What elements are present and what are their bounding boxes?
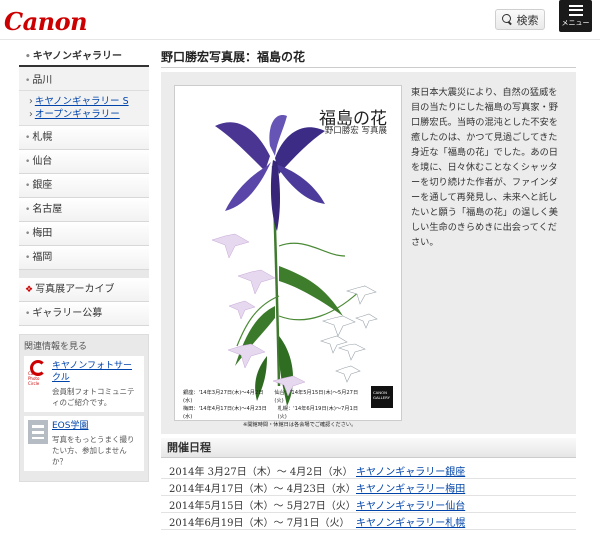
schedule-row: 2014年6月19日（木）～ 7月1日（火） キヤノンギャラリー札幌 [161, 513, 576, 530]
poster-date: 札幌：'14年6月19日(木)〜7月1日(火) [277, 406, 359, 420]
exhibition-feature: 福島の花 野口勝宏 写真展 銀座：'14年3月27日(木)〜4月2日(水) 仙台：… [161, 72, 576, 434]
sidebar-item-sendai[interactable]: • 仙台 [19, 150, 149, 174]
building-icon [28, 420, 48, 444]
photo-circle-desc: 会員制フォトコミュニティのご紹介です。 [52, 387, 135, 407]
sidebar-item-label: 写真展アーカイブ [35, 284, 115, 295]
sidebar-item-label: 梅田 [32, 228, 53, 239]
sidebar-item-label: 札幌 [32, 132, 53, 143]
photo-circle-link[interactable]: キヤノンフォトサークル [52, 360, 140, 384]
site-header: Canon 検索 メニュー [0, 0, 600, 40]
sidebar-item-label: 福岡 [32, 252, 53, 263]
bullet-icon: • [25, 309, 31, 319]
sidebar-link-label: キヤノンギャラリー S [34, 96, 129, 107]
canon-logo[interactable]: Canon [4, 7, 88, 36]
poster-date: 仙台：'14年5月15日(木)〜5月27日(火) [274, 390, 359, 404]
related-card-eos-school: EOS学園 写真をもっとうまく撮りたい方、参加しませんか？ [24, 416, 144, 471]
bullet-icon: • [25, 253, 31, 263]
sidebar-link-label: オープンギャラリー [34, 109, 120, 120]
search-label: 検索 [516, 13, 539, 27]
bullet-icon: • [25, 157, 31, 167]
exhibition-description: 東日本大震災により、自然の猛威を目の当たりにした福島の写真家・野口勝宏氏。当時の… [411, 87, 558, 248]
poster-date: 銀座：'14年3月27日(木)〜4月2日(水) [183, 390, 264, 404]
sidebar-item-label: 銀座 [32, 180, 53, 191]
bullet-icon: • [25, 229, 31, 239]
menu-button[interactable]: メニュー [559, 0, 592, 32]
schedule-venue-link[interactable]: キヤノンギャラリー札幌 [356, 514, 465, 529]
sidebar-item-label: 仙台 [32, 156, 53, 167]
hamburger-icon [568, 4, 583, 16]
sidebar-section-shinagawa: • 品川 › キヤノンギャラリー S › オープンギャラリー [19, 67, 149, 126]
schedule-venue-link[interactable]: キヤノンギャラリー銀座 [356, 463, 465, 478]
sidebar-item-label: 品川 [32, 75, 53, 86]
sidebar-heading-label: キヤノンギャラリー [32, 51, 122, 62]
page-title: 野口勝宏写真展：福島の花 [161, 48, 576, 68]
sidebar-item-fukuoka[interactable]: • 福岡 [19, 246, 149, 270]
eos-school-desc: 写真をもっとうまく撮りたい方、参加しませんか？ [52, 435, 135, 466]
sidebar-item-sapporo[interactable]: • 札幌 [19, 126, 149, 150]
sidebar-heading[interactable]: • キヤノンギャラリー [19, 47, 149, 67]
related-info-panel: 関連情報を見る Canon Photo Circle キヤノンフォトサークル 会… [19, 334, 149, 482]
sidebar-link-open-gallery[interactable]: › オープンギャラリー [19, 108, 149, 121]
search-icon [501, 14, 513, 25]
poster-note: ※開館時間・休館日は各会場でご確認ください。 [243, 422, 357, 428]
sidebar-item-archive[interactable]: ❖ 写真展アーカイブ [19, 278, 149, 302]
sidebar-link-gallery-s[interactable]: › キヤノンギャラリー S [19, 95, 149, 108]
bullet-icon: • [25, 52, 31, 62]
poster-date: 梅田：'14年4月17日(木)〜4月23日(水) [183, 406, 267, 420]
bullet-icon: • [25, 76, 31, 86]
schedule-row: 2014年4月17日（木）～ 4月23日（水） キヤノンギャラリー梅田 [161, 479, 576, 496]
schedule-venue-link[interactable]: キヤノンギャラリー梅田 [356, 480, 465, 495]
search-button[interactable]: 検索 [495, 9, 545, 30]
sidebar-item-nagoya[interactable]: • 名古屋 [19, 198, 149, 222]
schedule-list: 2014年 3月27日（木）～ 4月2日（水） キヤノンギャラリー銀座 2014… [161, 462, 576, 530]
schedule-date: 2014年5月15日（木）～ 5月27日（火） [169, 500, 356, 512]
exhibition-poster: 福島の花 野口勝宏 写真展 銀座：'14年3月27日(木)〜4月2日(水) 仙台：… [174, 85, 402, 428]
bullet-icon: • [25, 205, 31, 215]
poster-dates: 銀座：'14年3月27日(木)〜4月2日(水) 仙台：'14年5月15日(木)〜5… [183, 389, 363, 429]
schedule-row: 2014年5月15日（木）～ 5月27日（火） キヤノンギャラリー仙台 [161, 496, 576, 513]
bullet-icon: • [25, 181, 31, 191]
bullet-icon: › [29, 96, 33, 107]
schedule-venue-link[interactable]: キヤノンギャラリー仙台 [356, 497, 465, 512]
flower-illustration [211, 115, 378, 406]
sidebar-item-umeda[interactable]: • 梅田 [19, 222, 149, 246]
eos-school-link[interactable]: EOS学園 [52, 420, 140, 432]
sidebar-item-recruit[interactable]: • ギャラリー公募 [19, 302, 149, 326]
schedule-heading: 開催日程 [161, 438, 576, 458]
photo-circle-logo-icon: Canon Photo Circle [28, 360, 48, 386]
bullet-icon: • [25, 133, 31, 143]
menu-label: メニュー [561, 18, 590, 27]
related-card-photo-circle: Canon Photo Circle キヤノンフォトサークル 会員制フォトコミュ… [24, 356, 144, 412]
schedule-row: 2014年 3月27日（木）～ 4月2日（水） キヤノンギャラリー銀座 [161, 462, 576, 479]
bullet-icon: ❖ [25, 285, 34, 295]
sidebar-divider [19, 270, 149, 278]
sidebar-item-ginza[interactable]: • 銀座 [19, 174, 149, 198]
sidebar: • キヤノンギャラリー • 品川 › キヤノンギャラリー S › オープンギャラリー •… [19, 47, 149, 482]
sidebar-item-label: ギャラリー公募 [32, 308, 103, 319]
schedule-date: 2014年4月17日（木）～ 4月23日（水） [169, 483, 356, 495]
schedule-date: 2014年6月19日（木）～ 7月1日（火） [169, 517, 350, 529]
bullet-icon: › [29, 109, 33, 120]
schedule-date: 2014年 3月27日（木）～ 4月2日（水） [169, 466, 353, 478]
canon-gallery-badge: CANON GALLERY [371, 386, 393, 408]
sidebar-item-shinagawa[interactable]: • 品川 [19, 71, 149, 91]
poster-subtitle: 野口勝宏 写真展 [324, 126, 387, 136]
sidebar-item-label: 名古屋 [32, 204, 63, 215]
related-info-title: 関連情報を見る [24, 342, 88, 352]
